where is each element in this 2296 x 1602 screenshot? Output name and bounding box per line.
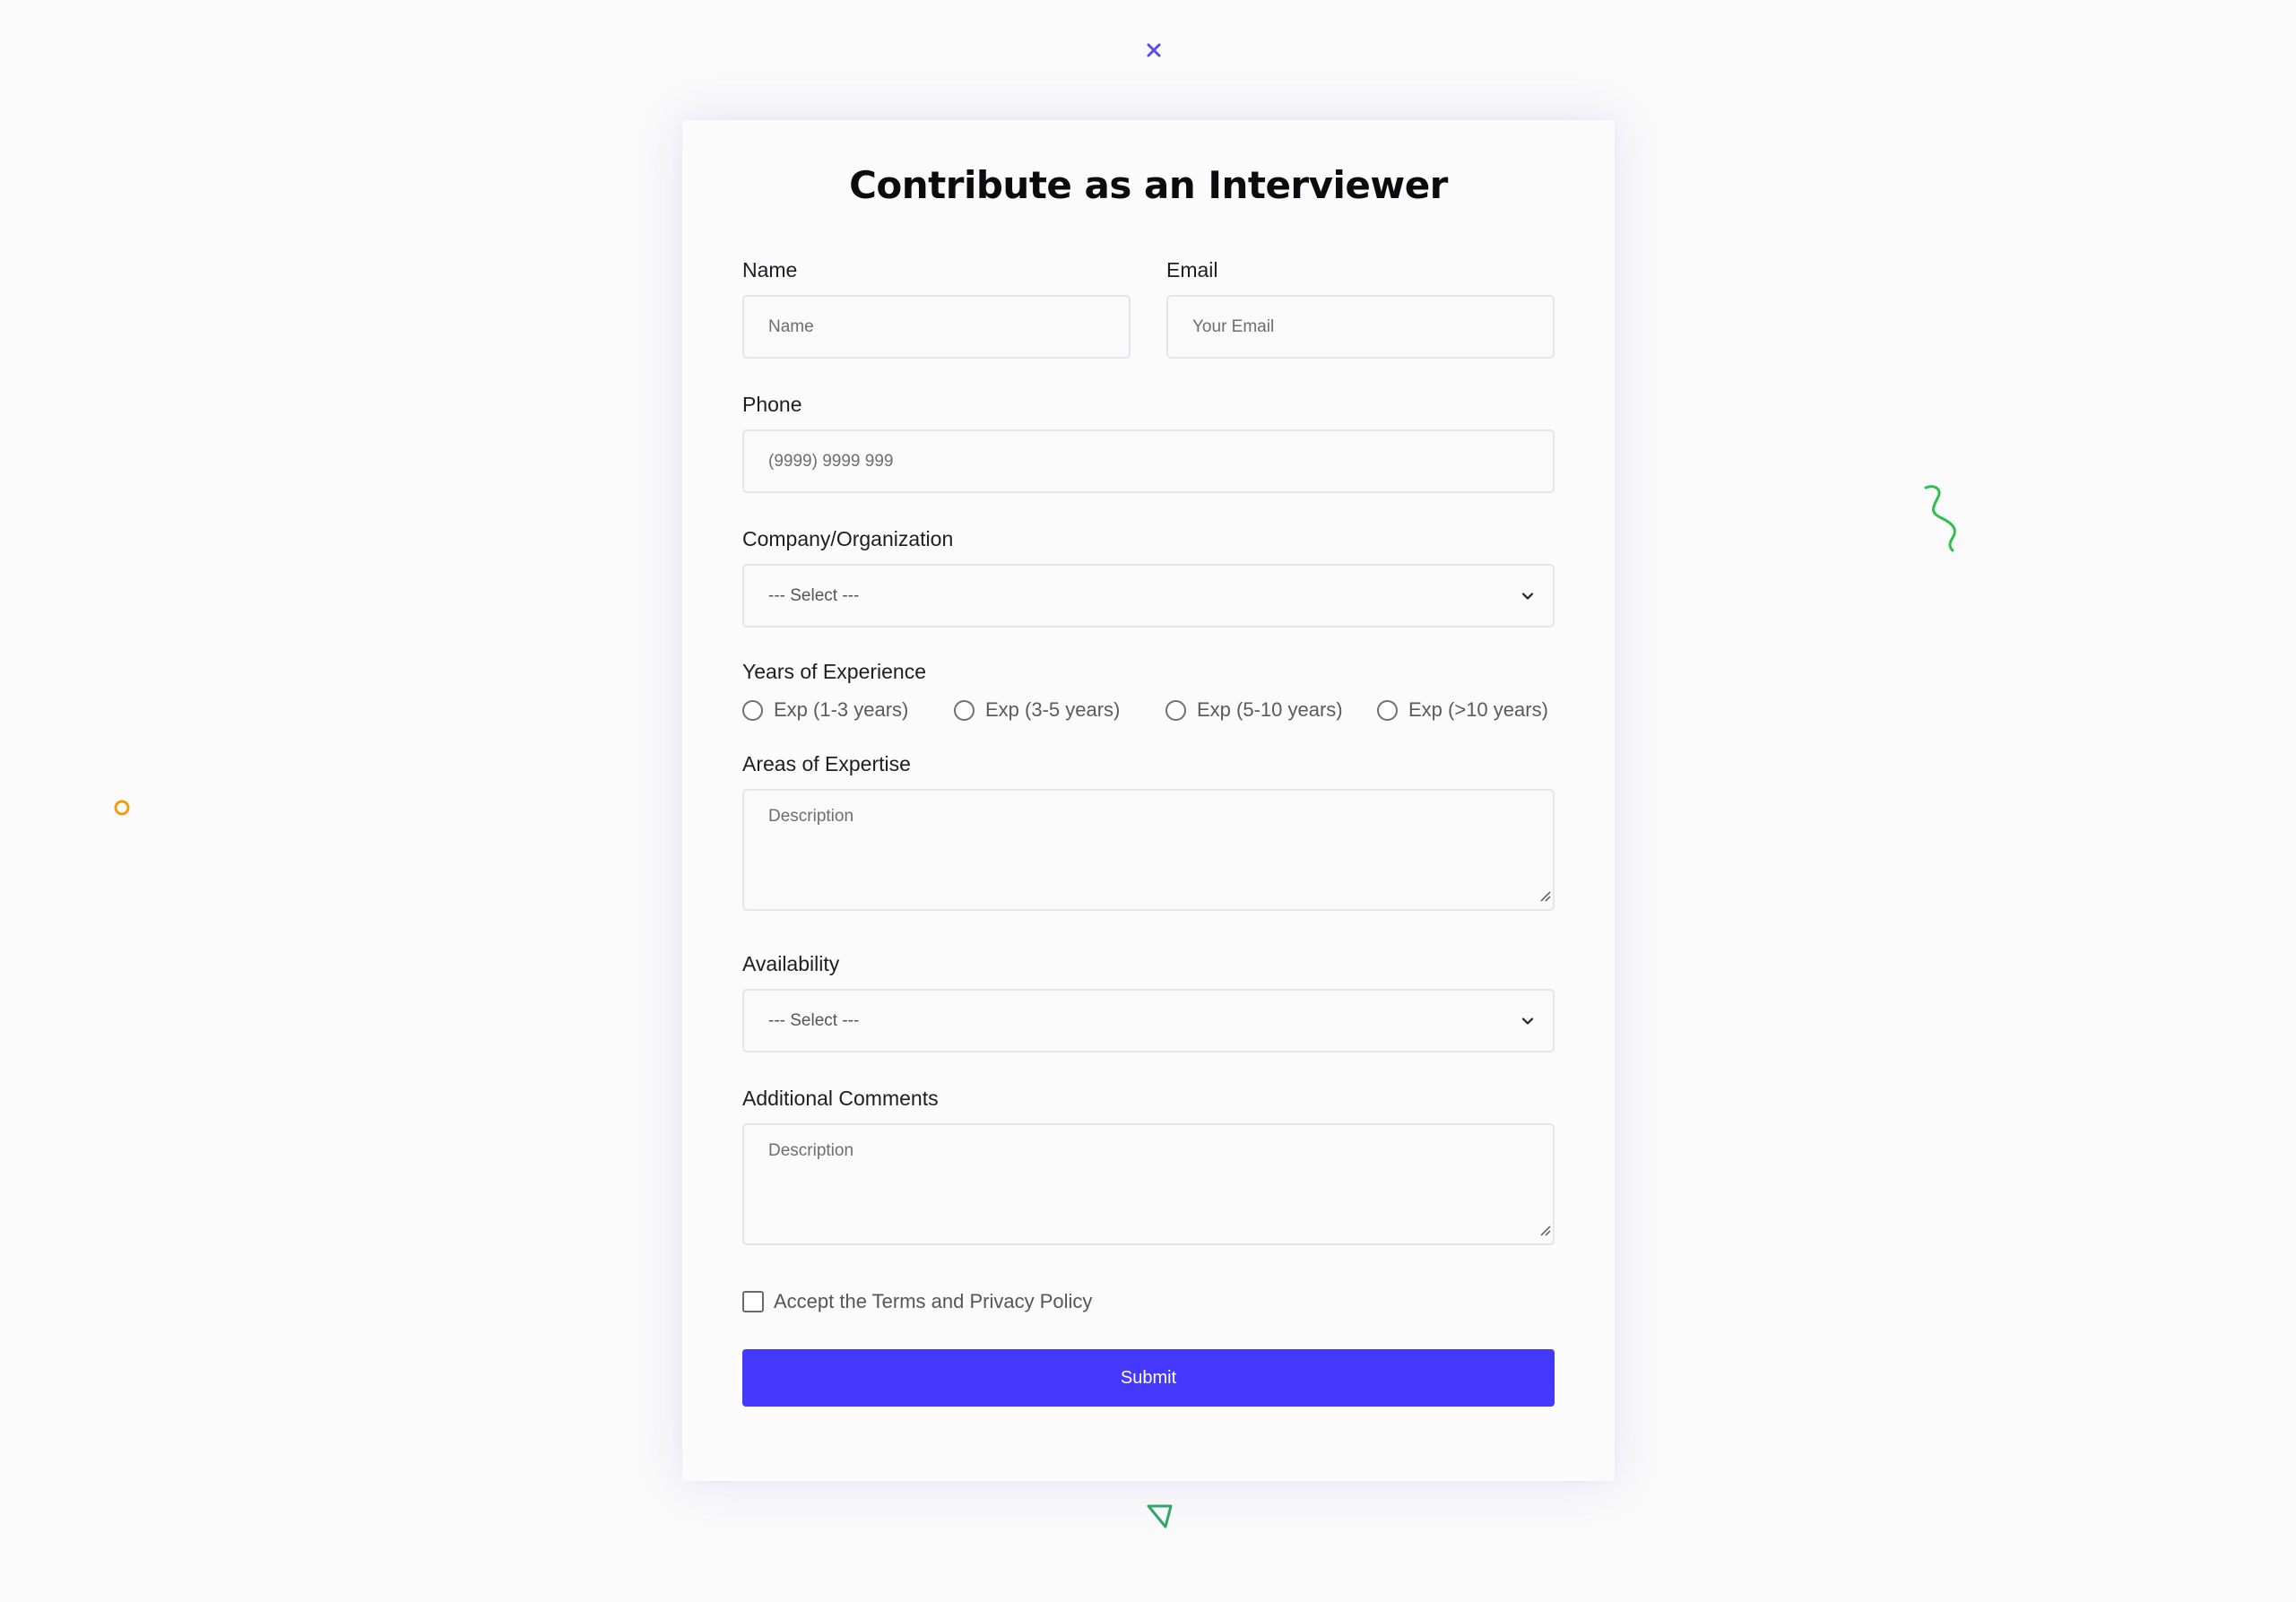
resize-handle-icon[interactable] (1538, 888, 1551, 907)
form-title: Contribute as an Interviewer (849, 163, 1448, 207)
chevron-down-icon (1519, 587, 1537, 610)
submit-button[interactable]: Submit (742, 1349, 1555, 1407)
x-icon (1145, 41, 1163, 64)
comments-group: Additional Comments Description (742, 1087, 1555, 1246)
experience-group: Years of Experience Exp (1-3 years) Exp … (742, 662, 1555, 722)
experience-label: Years of Experience (742, 660, 927, 684)
interviewer-form-card: Contribute as an Interviewer Name Email … (682, 120, 1615, 1481)
company-select-value: --- Select --- (768, 585, 860, 605)
experience-option-1-3[interactable]: Exp (1-3 years) (742, 698, 954, 722)
radio-button[interactable] (1377, 699, 1398, 721)
experience-option-3-5[interactable]: Exp (3-5 years) (954, 698, 1165, 722)
availability-label: Availability (742, 952, 840, 976)
resize-handle-icon[interactable] (1538, 1222, 1551, 1242)
name-input[interactable] (742, 295, 1131, 359)
name-email-row: Name Email (742, 260, 1555, 359)
experience-option-10-plus[interactable]: Exp (>10 years) (1377, 698, 1548, 722)
experience-option-5-10[interactable]: Exp (5-10 years) (1165, 698, 1377, 722)
radio-label: Exp (>10 years) (1408, 698, 1548, 722)
email-input[interactable] (1166, 295, 1555, 359)
terms-row: Accept the Terms and Privacy Policy (742, 1290, 1555, 1313)
comments-label: Additional Comments (742, 1087, 939, 1111)
terms-checkbox[interactable] (742, 1291, 764, 1313)
triangle-icon (1146, 1502, 1174, 1534)
company-select[interactable]: --- Select --- (742, 564, 1555, 628)
phone-input[interactable] (742, 429, 1555, 494)
terms-label[interactable]: Accept the Terms and Privacy Policy (774, 1290, 1092, 1313)
name-group: Name (742, 260, 1131, 359)
company-label: Company/Organization (742, 527, 954, 551)
availability-group: Availability --- Select --- (742, 952, 1555, 1053)
expertise-textarea[interactable]: Description (742, 789, 1555, 912)
email-group: Email (1166, 260, 1555, 359)
radio-button[interactable] (742, 699, 763, 721)
expertise-label: Areas of Expertise (742, 752, 911, 776)
radio-label: Exp (5-10 years) (1197, 698, 1343, 722)
radio-label: Exp (1-3 years) (774, 698, 909, 722)
squiggle-icon (1922, 484, 1963, 557)
radio-button[interactable] (954, 699, 975, 721)
phone-label: Phone (742, 393, 802, 417)
circle-icon (112, 798, 132, 822)
chevron-down-icon (1519, 1012, 1537, 1035)
expertise-placeholder: Description (768, 807, 854, 827)
radio-button[interactable] (1165, 699, 1186, 721)
availability-select[interactable]: --- Select --- (742, 989, 1555, 1053)
comments-textarea[interactable]: Description (742, 1123, 1555, 1246)
comments-placeholder: Description (768, 1141, 854, 1161)
company-group: Company/Organization --- Select --- (742, 529, 1555, 628)
experience-options: Exp (1-3 years) Exp (3-5 years) Exp (5-1… (742, 698, 1555, 722)
email-label: Email (1166, 258, 1218, 282)
name-label: Name (742, 258, 798, 282)
expertise-group: Areas of Expertise Description (742, 752, 1555, 912)
phone-group: Phone (742, 393, 1555, 494)
availability-select-value: --- Select --- (768, 1010, 860, 1030)
radio-label: Exp (3-5 years) (985, 698, 1121, 722)
